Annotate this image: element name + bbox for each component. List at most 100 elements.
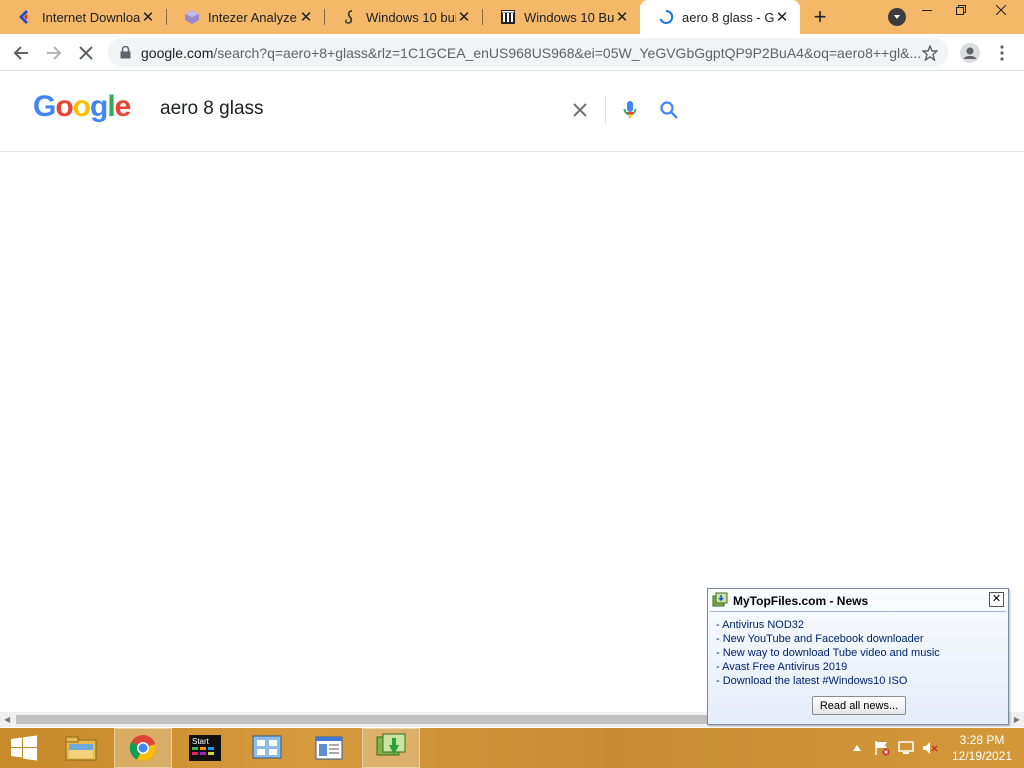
folder-icon (65, 736, 97, 761)
tab-windows-10-build-1[interactable]: Windows 10 buil ✕ (324, 0, 482, 34)
stop-icon (79, 46, 93, 60)
microphone-icon (623, 101, 637, 118)
tab-intezer-analyze[interactable]: Intezer Analyze – ✕ (166, 0, 324, 34)
kebab-menu-icon (1000, 45, 1004, 61)
back-button[interactable] (9, 41, 33, 65)
lock-icon[interactable] (120, 46, 131, 59)
clock-date: 12/19/2021 (951, 749, 1013, 763)
popup-close-button[interactable]: ✕ (989, 592, 1004, 607)
intezer-favicon-icon (185, 10, 199, 24)
taskbar-chrome[interactable] (114, 728, 172, 768)
divider (710, 611, 1006, 612)
chrome-icon (129, 735, 156, 761)
taskbar-start-app[interactable]: Start (176, 728, 234, 768)
tab-windows-10-build-2[interactable]: Windows 10 Buil ✕ (482, 0, 640, 34)
action-center-flag[interactable] (872, 728, 892, 768)
news-item[interactable]: - Antivirus NOD32 (716, 618, 940, 632)
divider (605, 96, 606, 124)
scroll-right-icon[interactable]: ▶ (1014, 715, 1020, 724)
taskbar-control-panel[interactable] (238, 728, 296, 768)
taskbar-downloader[interactable] (362, 728, 420, 768)
scroll-left-icon[interactable]: ◀ (4, 715, 10, 724)
menu-button[interactable] (990, 41, 1014, 65)
news-item[interactable]: - Download the latest #Windows10 ISO (716, 674, 940, 688)
avatar-icon (960, 43, 980, 63)
close-tab-icon[interactable]: ✕ (614, 9, 630, 26)
stop-loading-button[interactable] (74, 41, 98, 65)
logo-letter: o (55, 90, 73, 123)
logo-letter: e (114, 90, 132, 123)
close-icon (573, 103, 587, 117)
url-path: /search?q=aero+8+glass&rlz=1C1GCEA_enUS9… (213, 44, 922, 61)
bookmark-star-button[interactable] (918, 41, 942, 65)
tab-internet-download[interactable]: Internet Downloa ✕ (0, 0, 166, 34)
idm-favicon-icon (19, 10, 28, 24)
google-search-header: Google aero 8 glass (0, 72, 1024, 152)
archive-favicon-icon (501, 10, 515, 24)
search-input[interactable]: aero 8 glass (160, 98, 264, 120)
close-window-button[interactable] (984, 0, 1018, 20)
profile-button[interactable] (958, 41, 982, 65)
start-button[interactable] (0, 728, 48, 768)
close-icon (996, 5, 1006, 15)
network-tray[interactable] (896, 728, 916, 768)
read-all-news-button[interactable]: Read all news... (812, 696, 906, 715)
clear-search-button[interactable] (568, 98, 592, 122)
tab-aero-8-glass[interactable]: aero 8 glass - Go ✕ (640, 0, 800, 34)
document-icon (315, 736, 343, 760)
tab-title: aero 8 glass - Go (682, 9, 774, 25)
loading-spinner-icon (659, 9, 674, 24)
close-tab-icon[interactable]: ✕ (298, 9, 314, 26)
show-hidden-icons-button[interactable] (850, 728, 864, 768)
news-item[interactable]: - New way to download Tube video and mus… (716, 646, 940, 660)
star-icon (922, 45, 938, 61)
restore-icon (956, 5, 966, 15)
minimize-icon (922, 10, 932, 11)
download-manager-icon (376, 733, 406, 756)
volume-tray[interactable] (920, 728, 940, 768)
new-tab-button[interactable]: + (808, 4, 832, 29)
news-popup: MyTopFiles.com - News ✕ - Antivirus NOD3… (707, 588, 1009, 725)
scrollbar-thumb[interactable] (16, 715, 716, 724)
windows-logo-icon (11, 735, 37, 761)
popup-title: MyTopFiles.com - News (733, 594, 869, 608)
tab-title: Windows 10 buil (366, 9, 456, 25)
taskbar-notepad[interactable] (300, 728, 358, 768)
tab-strip: Internet Downloa ✕ Intezer Analyze – ✕ W… (0, 0, 1024, 34)
mytopfiles-logo-icon (712, 592, 728, 607)
tab-title: Intezer Analyze – (208, 9, 298, 25)
flag-icon (875, 741, 890, 756)
close-tab-icon[interactable]: ✕ (456, 9, 472, 26)
close-tab-icon[interactable]: ✕ (140, 9, 156, 26)
news-list: - Antivirus NOD32 - New YouTube and Face… (716, 618, 940, 688)
arrow-right-icon (47, 46, 62, 60)
chevron-up-icon (853, 745, 861, 751)
tab-title: Windows 10 Buil (524, 9, 614, 25)
logo-letter: G (33, 90, 56, 123)
browser-toolbar: google.com/search?q=aero+8+glass&rlz=1C1… (0, 34, 1024, 71)
news-item[interactable]: - New YouTube and Facebook downloader (716, 632, 940, 646)
address-bar[interactable]: google.com/search?q=aero+8+glass&rlz=1C1… (108, 38, 948, 67)
network-icon (898, 741, 914, 754)
url-text[interactable]: google.com/search?q=aero+8+glass&rlz=1C1… (141, 45, 948, 61)
system-clock[interactable]: 3:28 PM 12/19/2021 (944, 732, 1020, 764)
tab-title: Internet Downloa (42, 9, 140, 25)
restore-button[interactable] (944, 0, 978, 20)
taskbar-file-explorer[interactable] (52, 728, 110, 768)
google-logo[interactable]: Google (33, 90, 132, 124)
tab-search-button[interactable] (888, 8, 906, 26)
search-icon (660, 101, 678, 119)
url-host: google.com (141, 44, 214, 61)
clock-time: 3:28 PM (959, 733, 1005, 747)
arrow-left-icon (13, 46, 28, 60)
speaker-muted-icon (923, 742, 938, 754)
start-app-label: Start (192, 737, 210, 746)
search-button[interactable] (657, 98, 681, 122)
forward-button[interactable] (42, 41, 66, 65)
minimize-button[interactable] (910, 0, 944, 20)
close-tab-icon[interactable]: ✕ (774, 9, 790, 26)
news-item[interactable]: - Avast Free Antivirus 2019 (716, 660, 940, 674)
start-app-icon: Start (189, 735, 221, 761)
voice-search-button[interactable] (618, 98, 642, 122)
logo-letter: g (90, 90, 108, 123)
